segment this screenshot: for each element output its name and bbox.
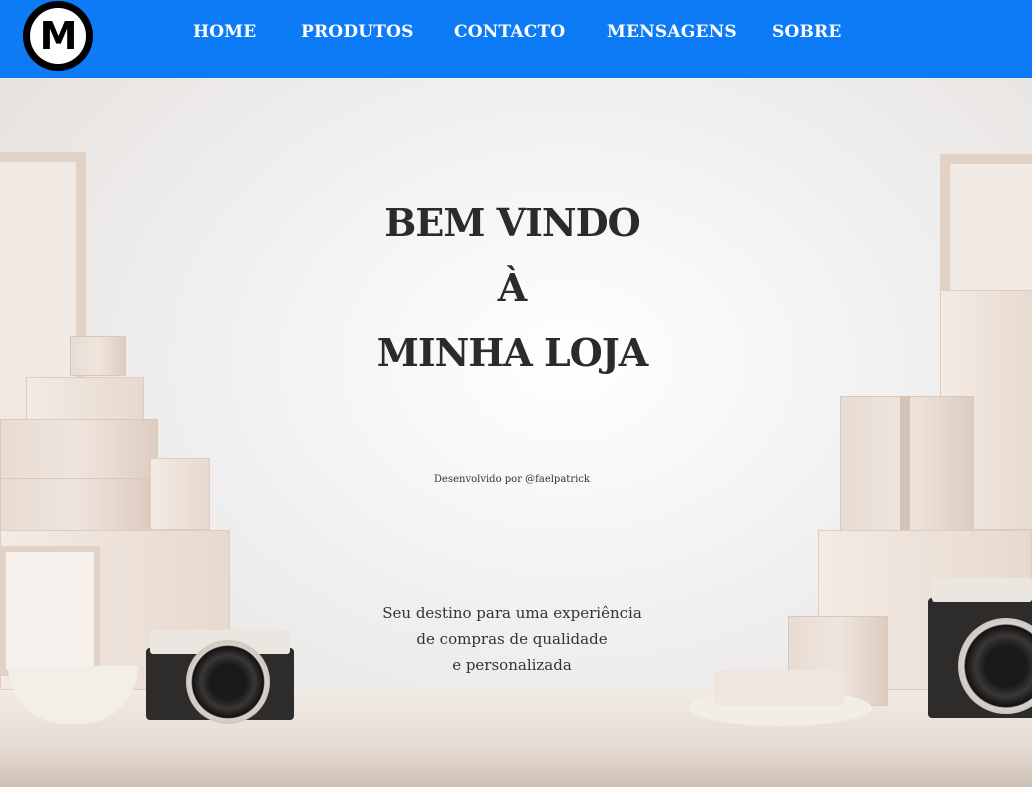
developer-credit: Desenvolvido por @faelpatrick xyxy=(434,474,590,485)
logo[interactable]: M xyxy=(23,1,93,71)
box-decoration xyxy=(70,336,126,376)
hero-title-line: MINHA LOJA xyxy=(376,330,648,375)
nav-mensagens[interactable]: MENSAGENS xyxy=(607,22,737,42)
tray-decoration xyxy=(714,670,844,706)
camera-lens-decoration xyxy=(186,640,270,724)
hero-tagline: Seu destino para uma experiência de comp… xyxy=(350,600,674,678)
navbar: M HOME PRODUTOS CONTACTO MENSAGENS SOBRE xyxy=(0,0,1032,78)
box-decoration xyxy=(26,377,144,421)
tagline-line: e personalizada xyxy=(452,656,572,674)
ribbon-decoration xyxy=(900,396,910,532)
tagline-line: Seu destino para uma experiência xyxy=(382,604,642,622)
camera-top-decoration xyxy=(932,578,1032,602)
logo-letter: M xyxy=(30,8,86,64)
tagline-line: de compras de qualidade xyxy=(416,630,608,648)
sign-frame-decoration xyxy=(0,546,100,676)
box-decoration xyxy=(0,478,150,532)
nav-home[interactable]: HOME xyxy=(193,22,256,42)
nav-produtos[interactable]: PRODUTOS xyxy=(301,22,414,42)
nav-sobre[interactable]: SOBRE xyxy=(772,22,842,42)
hero-title: BEM VINDO À MINHA LOJA xyxy=(300,190,724,385)
hero-title-line: À xyxy=(497,265,527,310)
hero-title-line: BEM VINDO xyxy=(384,200,640,245)
nav-contacto[interactable]: CONTACTO xyxy=(454,22,565,42)
hero-section: BEM VINDO À MINHA LOJA Desenvolvido por … xyxy=(0,78,1032,787)
box-decoration xyxy=(150,458,210,530)
box-decoration xyxy=(0,419,158,479)
